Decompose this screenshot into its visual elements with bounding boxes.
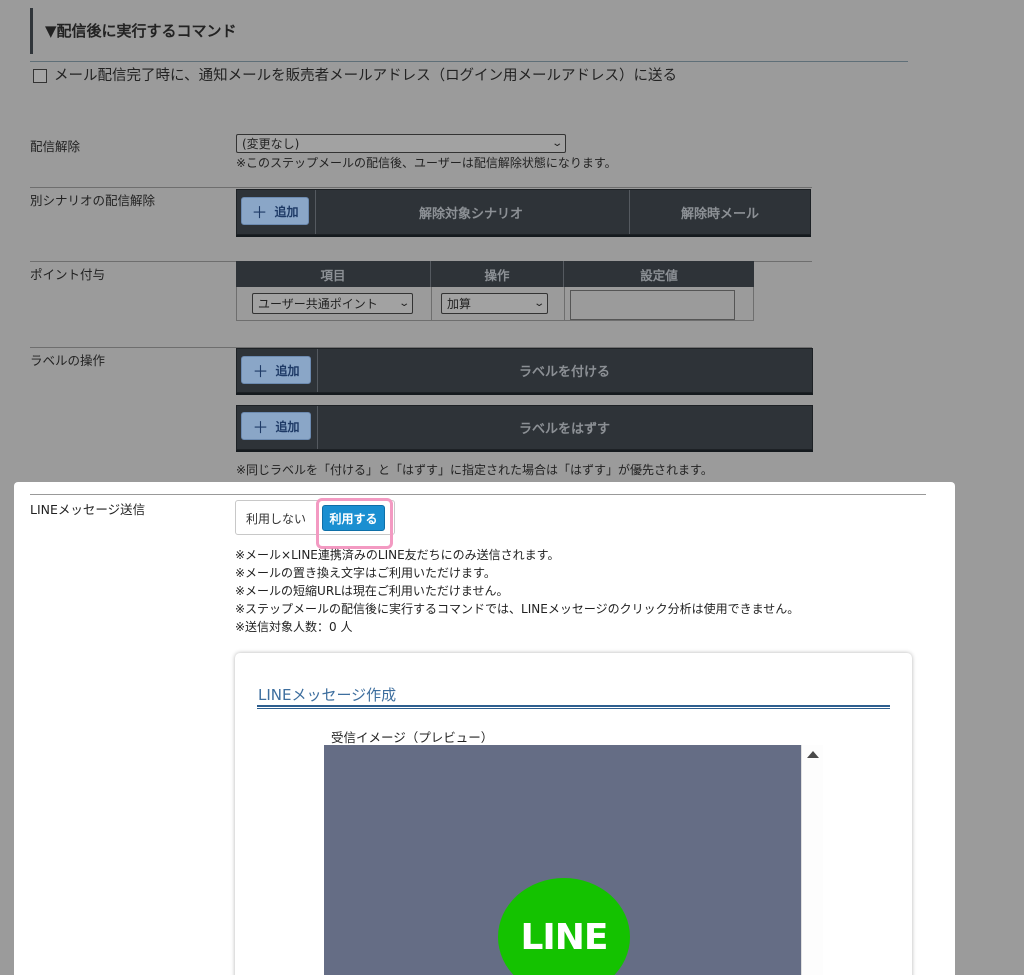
points-col-op: 操作 bbox=[431, 261, 564, 287]
add-label-attach-button[interactable]: ＋ 追加 bbox=[241, 356, 311, 384]
line-off-button[interactable]: 利用しない bbox=[246, 510, 306, 527]
line-notes: ※メール×LINE連携済みのLINE友だちにのみ送信されます。 ※メールの置き換… bbox=[235, 548, 800, 634]
unsubscribe-note: ※このステップメールの配信後、ユーザーは配信解除状態になります。 bbox=[236, 156, 617, 170]
chevron-down-icon: ⌄ bbox=[532, 297, 545, 309]
add-scenario-button[interactable]: ＋ 追加 bbox=[241, 197, 309, 225]
label-attach-header: ラベルを付ける bbox=[519, 365, 611, 380]
row-divider bbox=[30, 187, 812, 188]
points-table-header: 項目 操作 設定値 bbox=[236, 261, 754, 287]
labels-note: ※同じラベルを「付ける」と「はずす」に指定された場合は「はずす」が優先されます。 bbox=[236, 463, 713, 477]
unsubscribe-select-value: (変更なし) bbox=[242, 136, 300, 151]
plus-icon: ＋ bbox=[251, 203, 268, 222]
line-compose-card: LINEメッセージ作成 受信イメージ（プレビュー） LINE bbox=[235, 653, 912, 975]
points-label: ポイント付与 bbox=[30, 267, 106, 282]
labels-label: ラベルの操作 bbox=[30, 353, 106, 368]
chevron-down-icon: ⌄ bbox=[397, 297, 410, 309]
section-title: ▼配信後に実行するコマンド bbox=[30, 8, 237, 54]
points-col-value: 設定値 bbox=[640, 267, 678, 283]
line-message-panel: LINEメッセージ送信 利用しない 利用する ※メール×LINE連携済みのLIN… bbox=[14, 482, 955, 975]
unsubscribe-label: 配信解除 bbox=[30, 139, 81, 154]
notify-checkbox[interactable] bbox=[33, 69, 47, 83]
line-label: LINEメッセージ送信 bbox=[30, 502, 146, 517]
points-item-select[interactable]: ユーザー共通ポイント ⌄ bbox=[252, 293, 413, 314]
plus-icon: ＋ bbox=[252, 362, 269, 381]
preview-area: LINE bbox=[324, 745, 801, 975]
points-col-item: 項目 bbox=[236, 261, 431, 287]
add-label-remove-button[interactable]: ＋ 追加 bbox=[241, 412, 311, 440]
points-op-select[interactable]: 加算 ⌄ bbox=[441, 293, 548, 314]
other-scenario-table: 解除対象シナリオ 解除時メール bbox=[236, 189, 811, 235]
line-on-button[interactable]: 利用する bbox=[322, 505, 385, 531]
points-value-input[interactable] bbox=[570, 290, 735, 320]
plus-icon: ＋ bbox=[252, 418, 269, 437]
label-remove-table: ラベルをはずす bbox=[236, 405, 813, 450]
scroll-up-icon[interactable] bbox=[807, 751, 819, 758]
col-target-scenario: 解除対象シナリオ bbox=[419, 206, 524, 222]
section-divider bbox=[30, 61, 908, 62]
chevron-down-icon: ⌄ bbox=[550, 137, 563, 149]
preview-label: 受信イメージ（プレビュー） bbox=[331, 730, 494, 745]
card-title: LINEメッセージ作成 bbox=[258, 686, 397, 704]
notify-label: メール配信完了時に、通知メールを販売者メールアドレス（ログイン用メールアドレス）… bbox=[54, 68, 678, 84]
points-table: 項目 操作 設定値 ユーザー共通ポイント ⌄ 加算 ⌄ bbox=[236, 261, 754, 321]
label-attach-table: ラベルを付ける bbox=[236, 348, 813, 393]
unsubscribe-select[interactable]: (変更なし) ⌄ bbox=[236, 134, 566, 153]
notify-option[interactable]: メール配信完了時に、通知メールを販売者メールアドレス（ログイン用メールアドレス）… bbox=[33, 66, 677, 86]
label-remove-header: ラベルをはずす bbox=[519, 422, 611, 437]
other-scenario-label: 別シナリオの配信解除 bbox=[30, 193, 156, 208]
col-unsubscribe-mail: 解除時メール bbox=[681, 206, 760, 222]
points-table-row: ユーザー共通ポイント ⌄ 加算 ⌄ bbox=[236, 287, 754, 321]
preview-scrollbar[interactable] bbox=[801, 745, 823, 975]
line-logo: LINE bbox=[498, 878, 630, 975]
